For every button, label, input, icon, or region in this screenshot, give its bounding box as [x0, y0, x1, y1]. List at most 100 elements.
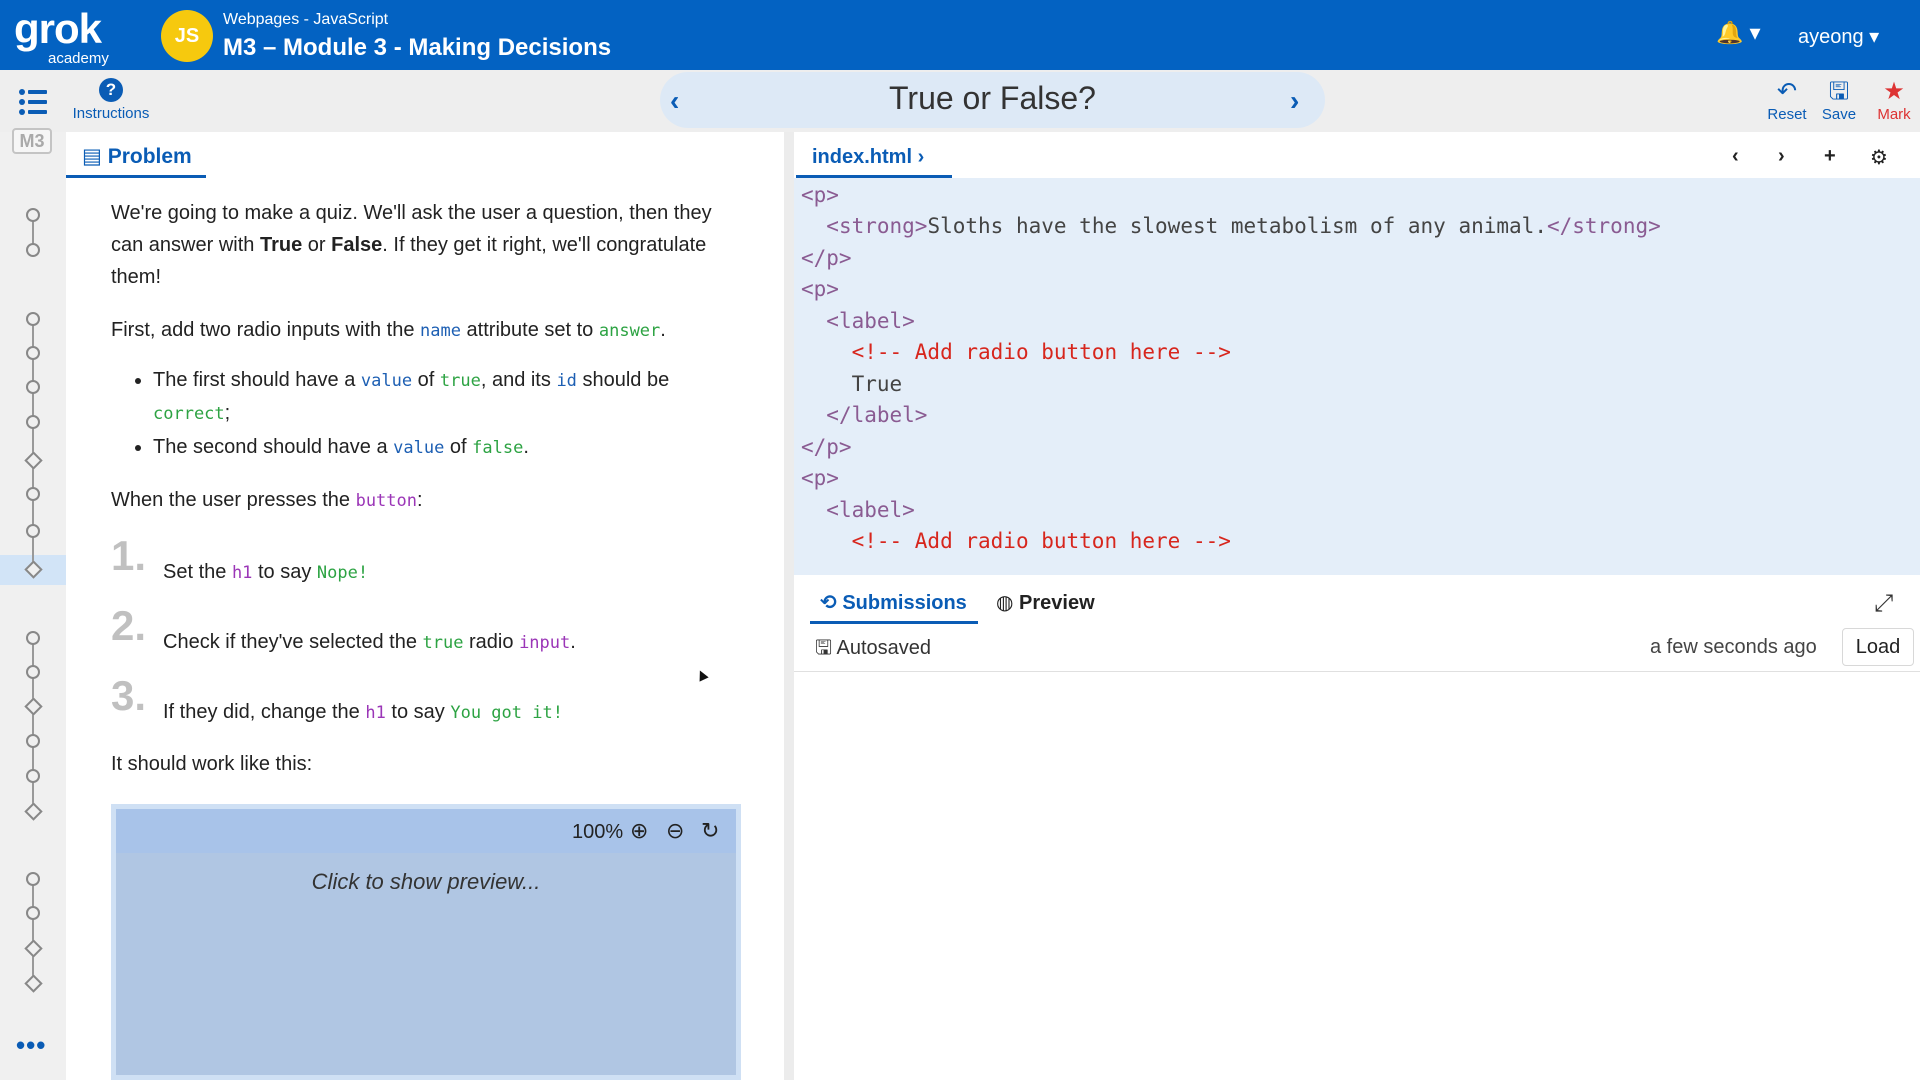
rail-node[interactable] — [26, 487, 40, 501]
text: : — [417, 489, 423, 511]
rail-node[interactable] — [26, 380, 40, 394]
code-line: <!-- Add radio button here --> — [851, 529, 1231, 553]
code-line: </p> — [801, 246, 852, 270]
editor-header — [794, 132, 1920, 178]
step-item: 1. Set the h1 to say Nope! — [111, 535, 739, 608]
rail-node[interactable] — [26, 415, 40, 429]
text: of — [444, 436, 473, 458]
module-title[interactable]: M3 – Module 3 - Making Decisions — [223, 34, 611, 62]
grok-academy-logo[interactable]: grok academy — [14, 5, 124, 68]
zoom-in-icon[interactable]: ⊕ — [630, 818, 648, 844]
rail-node[interactable] — [26, 243, 40, 257]
panel-divider[interactable] — [784, 132, 794, 1080]
code-keyword: value — [360, 371, 413, 391]
step-item: 3. If they did, change the h1 to say You… — [111, 672, 739, 748]
mark-label: Mark — [1877, 106, 1911, 123]
expand-icon[interactable]: ⤢ — [1874, 590, 1893, 618]
submission-timestamp: a few seconds ago — [1650, 636, 1817, 658]
code-value: answer — [598, 321, 661, 341]
zoom-out-icon[interactable]: ⊖ — [666, 818, 684, 844]
code-keyword: id — [556, 371, 577, 391]
autosaved-label: 🖫 Autosaved — [815, 633, 931, 667]
code-line: <!-- Add radio button here --> — [851, 340, 1231, 364]
bold-text: True — [259, 234, 303, 256]
settings-gear-icon[interactable]: ⚙ — [1870, 145, 1888, 170]
example-preview-frame[interactable]: 100% ⊕ ⊖ ↻ Click to show preview... — [111, 804, 741, 1080]
outline-menu-icon[interactable] — [18, 87, 48, 117]
example-intro: It should work like this: — [111, 753, 313, 775]
globe-icon: ◍ — [996, 592, 1020, 614]
previous-file-icon[interactable]: ‹ — [1732, 145, 1739, 168]
code-line: <p> — [801, 466, 839, 490]
user-menu[interactable]: ayeong ▾ — [1798, 24, 1879, 49]
code-line: <label> — [826, 498, 915, 522]
rail-node[interactable] — [26, 872, 40, 886]
add-file-icon[interactable]: + — [1824, 145, 1836, 168]
course-name[interactable]: Webpages - JavaScript — [223, 11, 388, 29]
notifications-bell-icon[interactable]: 🔔 ▾ — [1716, 20, 1761, 46]
task-paragraph: First, add two radio inputs with the nam… — [111, 314, 739, 347]
load-button[interactable]: Load — [1842, 628, 1914, 666]
instructions-button[interactable]: ? Instructions — [68, 78, 154, 122]
code-element: h1 — [231, 563, 253, 583]
save-button[interactable]: 🖫 Save — [1811, 78, 1867, 123]
rail-node[interactable] — [26, 906, 40, 920]
code-line: </p> — [801, 435, 852, 459]
submissions-tab[interactable]: ⟲ Submissions — [810, 586, 978, 624]
problem-tab[interactable]: ▤ Problem — [66, 142, 206, 178]
code-value: Nope! — [316, 563, 369, 583]
text: Check if they've selected the — [163, 631, 423, 653]
text: The second should have a — [153, 436, 394, 458]
zoom-level: 100% — [572, 821, 624, 843]
code-editor[interactable]: <p> <strong>Sloths have the slowest meta… — [794, 178, 1920, 575]
code-keyword: value — [393, 438, 445, 458]
step-text: Check if they've selected the true radio… — [163, 626, 576, 659]
text: should be — [576, 369, 670, 391]
autosaved-text: Autosaved — [836, 637, 932, 659]
file-tab-label: index.html — [812, 146, 913, 168]
history-icon: ⟲ — [820, 592, 843, 614]
logo-text: grok — [14, 5, 102, 52]
rail-node[interactable] — [26, 631, 40, 645]
code-keyword: name — [420, 321, 461, 341]
page-title: True or False? — [889, 80, 1096, 116]
click-to-show-preview[interactable]: Click to show preview... — [116, 869, 736, 895]
code-element: h1 — [365, 703, 386, 723]
module-badge[interactable]: M3 — [12, 128, 52, 154]
preview-tab[interactable]: ◍ Preview — [996, 586, 1095, 620]
code-value: false — [472, 438, 524, 458]
text: or — [302, 234, 332, 256]
text: , and its — [480, 369, 557, 391]
more-problems-icon[interactable]: ••• — [16, 1030, 46, 1061]
previous-page-chevron-icon[interactable]: ‹ — [670, 85, 700, 116]
code-value: correct — [153, 404, 225, 424]
top-bar: grok academy JS Webpages - JavaScript M3… — [0, 0, 1920, 70]
code-line: <label> — [826, 309, 915, 333]
rail-node[interactable] — [26, 734, 40, 748]
text: ; — [224, 402, 231, 424]
rail-node[interactable] — [26, 208, 40, 222]
rail-node[interactable] — [26, 312, 40, 326]
floppy-disk-icon: 🖫 — [815, 637, 837, 659]
step-text: If they did, change the h1 to say You go… — [163, 696, 563, 729]
next-file-icon[interactable]: › — [1778, 145, 1785, 168]
file-tab-index-html[interactable]: index.html › — [796, 142, 952, 178]
document-icon: ▤ — [82, 145, 108, 168]
mark-button[interactable]: ★ Mark — [1866, 78, 1920, 123]
list-item: The first should have a value of true, a… — [153, 364, 739, 430]
reset-button[interactable]: ↶ Reset — [1759, 78, 1815, 123]
text: Set the — [163, 561, 232, 583]
preview-tab-label: Preview — [1019, 592, 1095, 614]
problem-tab-label: Problem — [107, 145, 192, 168]
text: When the user presses the — [111, 489, 356, 511]
text: First, add two radio inputs with the — [111, 319, 421, 341]
step-number: 3. — [111, 672, 147, 719]
refresh-icon[interactable]: ↻ — [701, 818, 719, 844]
text: to say — [385, 701, 451, 723]
next-page-chevron-icon[interactable]: › — [1290, 85, 1320, 116]
rail-node[interactable] — [26, 346, 40, 360]
code-line: </label> — [826, 403, 928, 427]
rail-node[interactable] — [26, 524, 40, 538]
rail-node[interactable] — [26, 769, 40, 783]
rail-node[interactable] — [26, 665, 40, 679]
